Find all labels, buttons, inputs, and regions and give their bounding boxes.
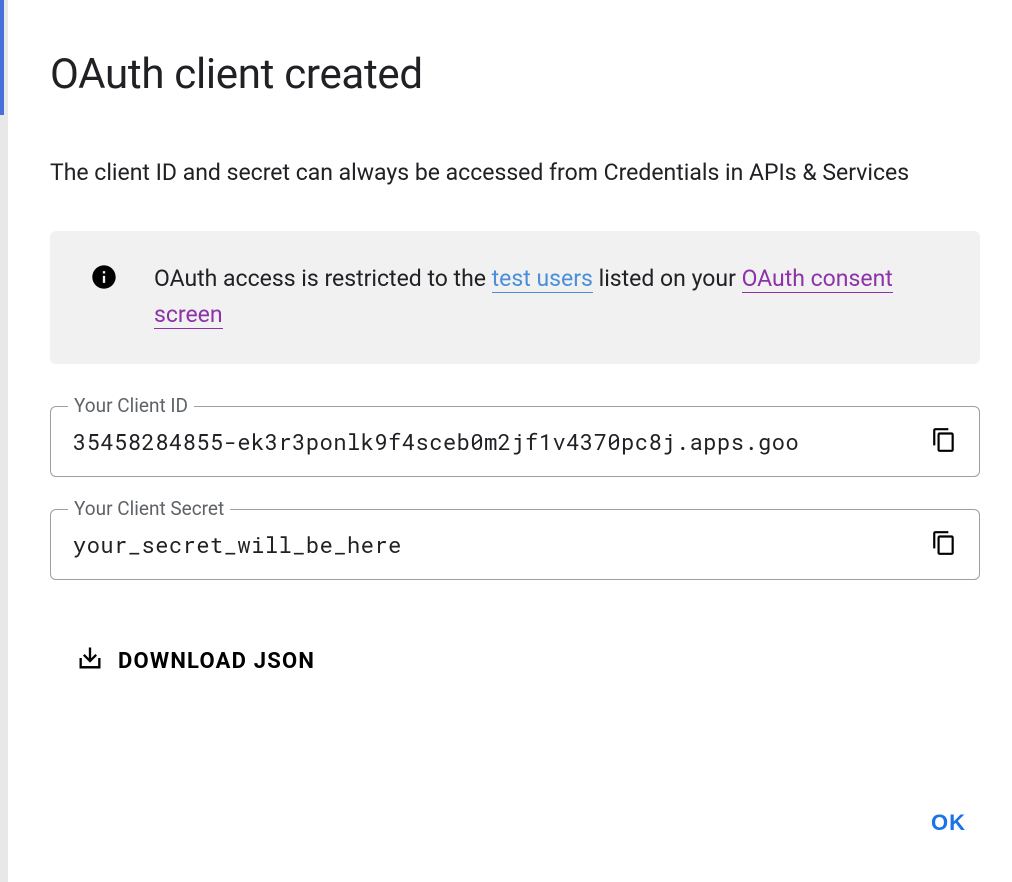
copy-client-secret-button[interactable] (928, 529, 960, 561)
info-banner-text: OAuth access is restricted to the test u… (154, 261, 948, 335)
client-id-field-wrapper: Your Client ID 35458284855-ek3r3ponlk9f4… (50, 406, 980, 477)
oauth-client-created-dialog: OAuth client created The client ID and s… (8, 0, 1012, 882)
download-icon (76, 644, 104, 678)
copy-icon (931, 427, 957, 456)
ok-button[interactable]: OK (917, 802, 980, 844)
dialog-title: OAuth client created (50, 50, 980, 99)
client-id-label: Your Client ID (68, 394, 194, 417)
info-banner: OAuth access is restricted to the test u… (50, 231, 980, 365)
info-text-middle: listed on your (593, 265, 742, 292)
left-page-edge (0, 0, 8, 882)
download-json-label: DOWNLOAD JSON (118, 649, 315, 674)
copy-client-id-button[interactable] (928, 426, 960, 458)
copy-icon (931, 530, 957, 559)
client-secret-field-wrapper: Your Client Secret your_secret_will_be_h… (50, 509, 980, 580)
dialog-description: The client ID and secret can always be a… (50, 155, 980, 191)
info-icon (90, 263, 118, 291)
download-json-button[interactable]: DOWNLOAD JSON (58, 628, 335, 694)
info-text-prefix: OAuth access is restricted to the (154, 265, 492, 292)
dialog-actions: OK (917, 802, 980, 844)
test-users-link[interactable]: test users (492, 265, 593, 293)
client-secret-label: Your Client Secret (68, 497, 230, 520)
